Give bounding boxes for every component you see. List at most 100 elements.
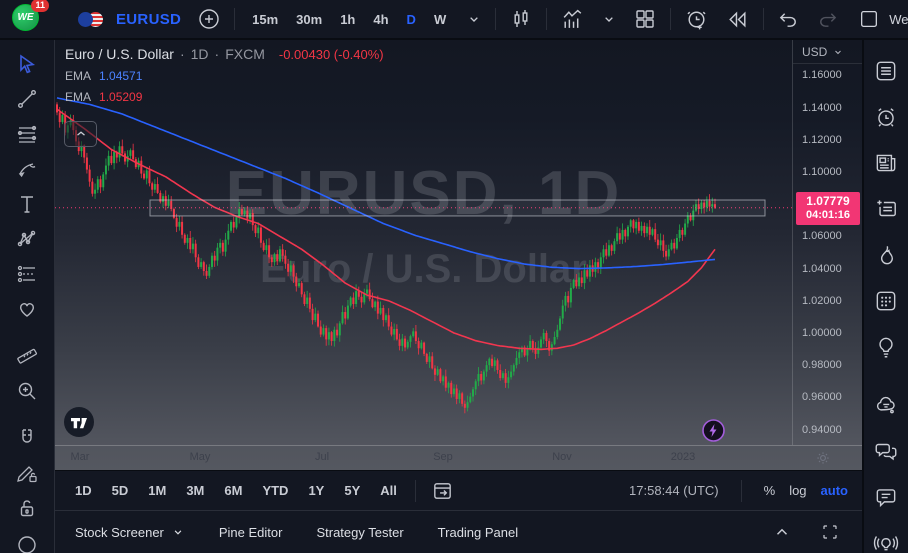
price-tick-1.04000: 1.04000 — [802, 262, 842, 275]
time-label-2023: 2023 — [670, 451, 696, 463]
lock-all-drawings-button[interactable] — [8, 490, 46, 525]
range-button-1D[interactable]: 1D — [69, 479, 98, 502]
interval-button-15m[interactable]: 15m — [245, 8, 285, 31]
gear-icon[interactable] — [814, 449, 832, 467]
interval-button-30m[interactable]: 30m — [289, 8, 329, 31]
symbol-flags-icon — [78, 11, 103, 27]
watchlist-button[interactable] — [866, 48, 906, 94]
last-price-value: 1.07779 — [806, 193, 850, 208]
indicator-value: 1.04571 — [99, 69, 143, 83]
brush-tool-button[interactable] — [8, 151, 46, 186]
account-menu[interactable]: Wealthy Educ... — [858, 8, 908, 30]
chart-style-button[interactable] — [506, 4, 536, 34]
range-button-5D[interactable]: 5D — [106, 479, 135, 502]
dot-separator: · — [214, 46, 220, 62]
go-to-date-button[interactable] — [428, 476, 457, 505]
symbol-title-row[interactable]: Euro / U.S. Dollar · 1D · FXCM -0.00430 … — [65, 46, 384, 62]
create-alert-button[interactable] — [681, 4, 712, 35]
save-layout-checkbox-icon — [861, 11, 878, 27]
economic-calendar-button[interactable] — [866, 278, 906, 324]
price-scale-currency[interactable]: USD — [793, 40, 862, 64]
compare-add-symbol-button[interactable] — [194, 4, 224, 34]
brush-icon — [18, 162, 36, 177]
layout-grid-button[interactable] — [630, 4, 660, 34]
interval-dropdown-button[interactable] — [463, 8, 485, 30]
range-button-6M[interactable]: 6M — [218, 479, 248, 502]
indicator-row[interactable]: EMA 1.04571 — [65, 69, 384, 83]
fib-retracement-tool-button[interactable] — [8, 116, 46, 151]
hide-drawings-button[interactable] — [8, 525, 46, 553]
redo-button[interactable] — [813, 5, 842, 34]
open-panel-button[interactable] — [770, 520, 794, 544]
chats-button[interactable] — [866, 428, 906, 474]
ema-line[interactable] — [56, 97, 716, 270]
legend-collapse-button[interactable] — [64, 121, 97, 147]
symbol-title[interactable]: Euro / U.S. Dollar — [65, 46, 174, 62]
drawing-toolbar — [0, 40, 55, 553]
alerts-button[interactable] — [866, 94, 906, 140]
range-button-All[interactable]: All — [374, 479, 403, 502]
price-tick-1.02000: 1.02000 — [802, 294, 842, 307]
ideas-button[interactable] — [866, 324, 906, 370]
server-clock[interactable]: 17:58:44 (UTC) — [629, 483, 719, 498]
maximize-panel-button[interactable] — [818, 520, 842, 544]
range-button-5Y[interactable]: 5Y — [338, 479, 366, 502]
range-button-1Y[interactable]: 1Y — [302, 479, 330, 502]
emoji-tool-button[interactable] — [8, 291, 46, 326]
auto-scale-button[interactable]: auto — [821, 483, 848, 498]
notes-button[interactable] — [866, 186, 906, 232]
panel-tab-strategy-tester[interactable]: Strategy Tester — [316, 525, 403, 540]
streams-button[interactable] — [866, 520, 906, 553]
pattern-tool-button[interactable] — [8, 221, 46, 256]
time-label-Jul: Jul — [314, 451, 330, 463]
indicator-templates-button[interactable] — [598, 8, 620, 30]
trend-line-tool-button[interactable] — [8, 81, 46, 116]
time-axis[interactable]: Mar May Jul Sep Nov 2023 — [55, 445, 862, 470]
bar-replay-button[interactable] — [722, 4, 753, 35]
range-button-1M[interactable]: 1M — [142, 479, 172, 502]
heart-icon — [20, 302, 34, 317]
percent-scale-button[interactable]: % — [764, 483, 776, 498]
time-label-Sep: Sep — [433, 451, 453, 463]
app-logo[interactable]: WE 11 — [12, 0, 49, 34]
hotlists-button[interactable] — [866, 232, 906, 278]
panel-tab-stock-screener[interactable]: Stock Screener — [75, 525, 185, 540]
symbol-search-button[interactable]: EURUSD — [113, 8, 184, 31]
indicators-button[interactable] — [557, 4, 588, 35]
magnet-mode-button[interactable] — [8, 420, 46, 455]
interval-button-W[interactable]: W — [427, 8, 453, 31]
toolbar-separator — [234, 8, 236, 30]
minds-button[interactable] — [866, 382, 906, 428]
chart-pane[interactable]: EURUSD, 1D Euro / U.S. Dollar Euro / U.S… — [55, 40, 862, 470]
comment-icon — [876, 489, 896, 508]
panel-tab-pine-editor[interactable]: Pine Editor — [219, 525, 283, 540]
replay-rewind-icon — [729, 10, 746, 28]
symbol-interval: 1D — [190, 46, 209, 62]
cursor-tool-button[interactable] — [8, 46, 46, 81]
price-line-selection-box[interactable] — [149, 199, 766, 217]
drawing-mode-lock-button[interactable] — [8, 455, 46, 490]
interval-button-1h[interactable]: 1h — [333, 8, 362, 31]
forecast-tool-button[interactable] — [8, 256, 46, 291]
layout-name-label[interactable]: Wealthy Educ... — [889, 12, 908, 27]
measure-tool-button[interactable] — [8, 338, 46, 373]
chevron-down-icon — [605, 17, 614, 22]
range-button-YTD[interactable]: YTD — [256, 479, 294, 502]
indicator-row[interactable]: EMA 1.05209 — [65, 90, 384, 104]
dialogs-button[interactable] — [866, 474, 906, 520]
ema-line[interactable] — [56, 108, 716, 351]
text-tool-button[interactable] — [8, 186, 46, 221]
price-scale[interactable]: USD 1.16000 1.14000 1.12000 1.10000 1.06000 1… — [792, 40, 862, 445]
tradingview-logo[interactable] — [64, 407, 94, 437]
interval-button-4h[interactable]: 4h — [366, 8, 395, 31]
log-scale-button[interactable]: log — [789, 483, 806, 498]
interval-button-D[interactable]: D — [400, 8, 423, 31]
zoom-in-tool-button[interactable] — [8, 373, 46, 408]
instant-order-button[interactable] — [701, 418, 726, 443]
panel-tab-trading-panel[interactable]: Trading Panel — [438, 525, 518, 540]
news-button[interactable] — [866, 140, 906, 186]
plus-circle-icon — [199, 9, 219, 29]
range-button-3M[interactable]: 3M — [180, 479, 210, 502]
undo-button[interactable] — [774, 5, 803, 34]
price-tick-1.12000: 1.12000 — [802, 133, 842, 146]
